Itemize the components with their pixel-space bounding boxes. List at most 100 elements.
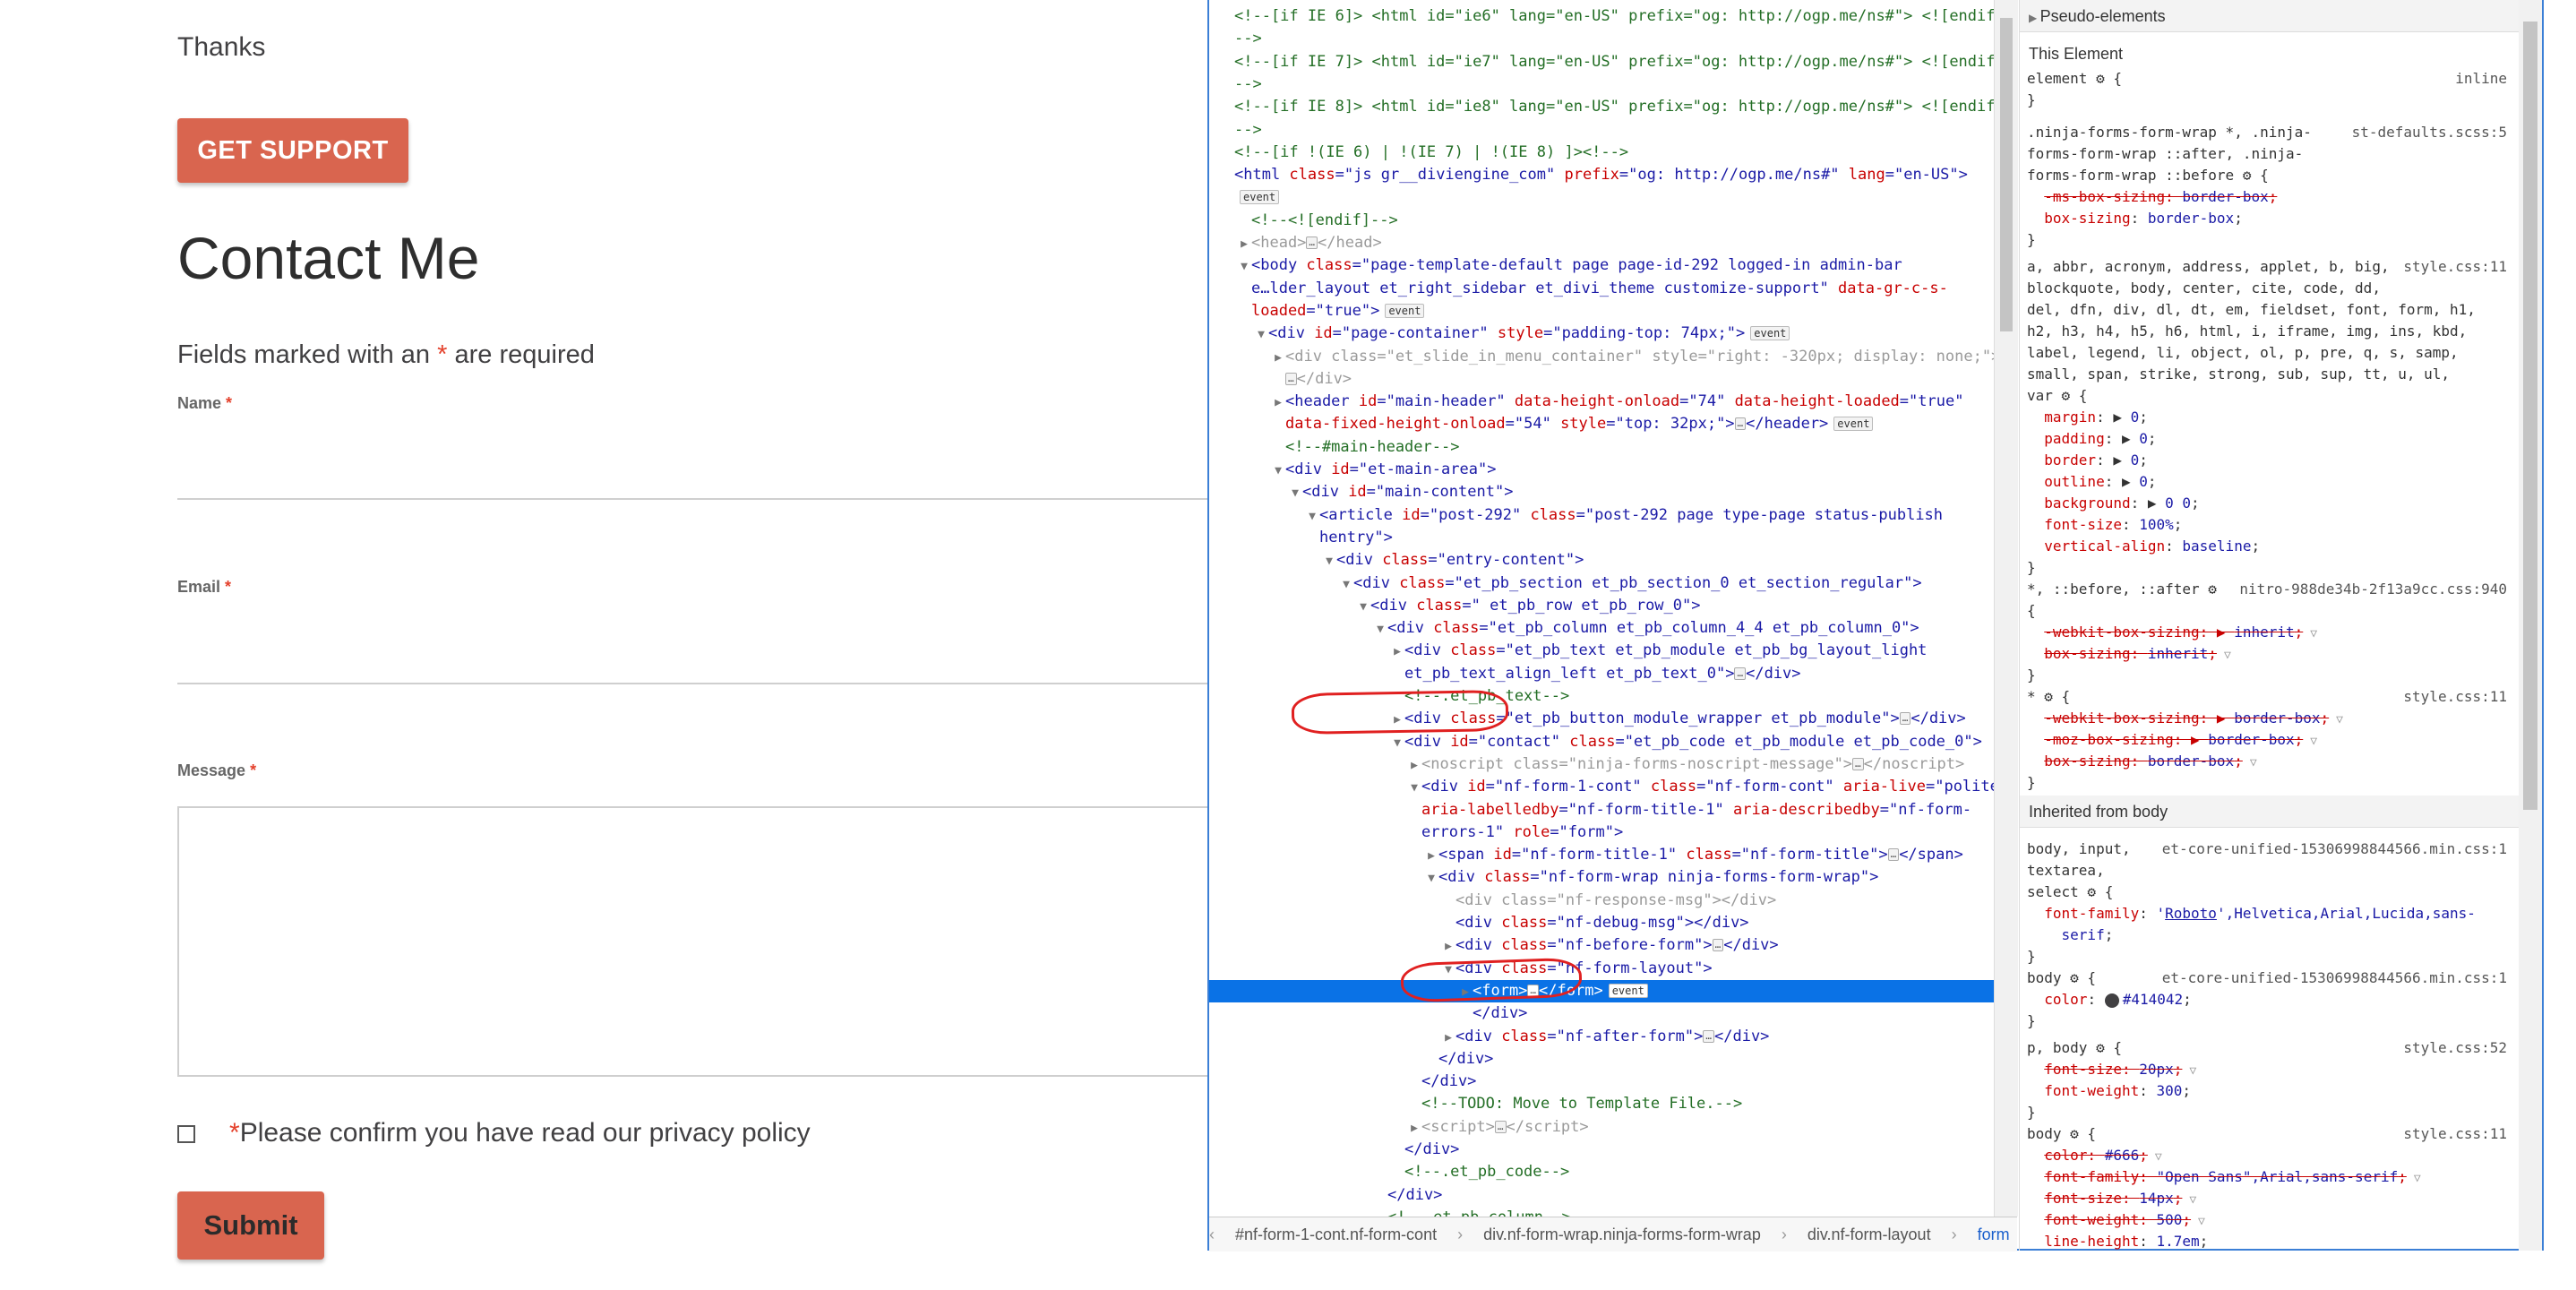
- message-textarea[interactable]: [177, 806, 1209, 1077]
- breadcrumb-back-icon[interactable]: ‹: [1209, 1226, 1215, 1243]
- expand-arrow-icon[interactable]: ▼: [1322, 550, 1336, 572]
- css-rule-line[interactable]: -webkit-box-sizing: ▶ inherit; ▽: [2027, 622, 2520, 643]
- css-rule-line[interactable]: font-family: "Open Sans",Arial,sans-seri…: [2027, 1166, 2520, 1188]
- css-rule-line[interactable]: body ⚙ {style.css:11: [2027, 1123, 2520, 1145]
- css-rule-line[interactable]: outline: ▶ 0;: [2027, 471, 2520, 493]
- expand-arrow-icon[interactable]: ▼: [1254, 323, 1268, 346]
- dom-node[interactable]: ▶ <noscript class="ninja-forms-noscript-m…: [1209, 753, 1994, 776]
- css-rule-line[interactable]: small, span, strike, strong, sub, sup, t…: [2027, 364, 2520, 385]
- css-rule-line[interactable]: }: [2027, 90, 2520, 111]
- css-rule-line[interactable]: forms-form-wrap ::after, .ninja-: [2027, 143, 2520, 165]
- css-rule-line[interactable]: forms-form-wrap ::before ⚙ {: [2027, 165, 2520, 186]
- expand-arrow-icon[interactable]: ▼: [1356, 596, 1370, 618]
- dom-node[interactable]: </div>: [1209, 1139, 1994, 1161]
- css-rule-line[interactable]: }: [2027, 557, 2520, 579]
- dom-node[interactable]: <!--TODO: Move to Template File.-->: [1209, 1093, 1994, 1115]
- dom-node[interactable]: <div class="nf-response-msg"></div>: [1209, 890, 1994, 912]
- breadcrumb-item[interactable]: div.nf-form-wrap.ninja-forms-form-wrap: [1483, 1226, 1761, 1243]
- expand-arrow-icon[interactable]: ▼: [1339, 573, 1353, 596]
- css-rule-line[interactable]: {: [2027, 600, 2520, 622]
- css-rule-line[interactable]: background: ▶ 0 0;: [2027, 493, 2520, 514]
- css-rule-line[interactable]: box-sizing: border-box;: [2027, 208, 2520, 229]
- expand-arrow-icon[interactable]: ▼: [1237, 255, 1251, 278]
- collapse-arrow-icon[interactable]: ▶: [1441, 935, 1455, 958]
- dom-node[interactable]: ▼ <body class="page-template-default page…: [1209, 254, 1994, 277]
- css-rule-line[interactable]: }: [2027, 1102, 2520, 1123]
- dom-node[interactable]: aria-labelledby="nf-form-title-1" aria-d…: [1209, 799, 1994, 821]
- dom-scroll-thumb[interactable]: [2000, 18, 2013, 331]
- css-rule-line[interactable]: color: #666; ▽: [2027, 1145, 2520, 1166]
- dom-node[interactable]: ▼ <div id="et-main-area">: [1209, 459, 1994, 481]
- expand-arrow-icon[interactable]: ▼: [1390, 732, 1404, 754]
- dom-node[interactable]: ▼ <div class="entry-content">: [1209, 549, 1994, 572]
- css-rule-line[interactable]: element ⚙ {inline: [2027, 68, 2520, 90]
- expand-arrow-icon[interactable]: ▼: [1424, 867, 1438, 890]
- dom-node[interactable]: -->: [1209, 119, 1994, 142]
- dom-node[interactable]: errors-1" role="form">: [1209, 821, 1994, 844]
- css-rule-line[interactable]: padding: ▶ 0;: [2027, 428, 2520, 450]
- css-rule-line[interactable]: color: #414042;: [2027, 989, 2520, 1010]
- dom-node[interactable]: ▶ <span id="nf-form-title-1" class="nf-fo…: [1209, 844, 1994, 866]
- css-rule-line[interactable]: box-sizing: inherit; ▽: [2027, 643, 2520, 665]
- email-field[interactable]: [177, 683, 1209, 684]
- dom-node[interactable]: ▶ <div class="nf-after-form">… </div>: [1209, 1026, 1994, 1048]
- collapse-arrow-icon[interactable]: ▶: [1424, 845, 1438, 867]
- dom-node[interactable]: ▶ <header id="main-header" data-height-on…: [1209, 391, 1994, 413]
- css-rule-line[interactable]: font-family: 'Roboto',Helvetica,Arial,Lu…: [2027, 903, 2520, 924]
- dom-node[interactable]: <!--.et_pb_column-->: [1209, 1207, 1994, 1217]
- dom-node[interactable]: <!--[if IE 7]> <html id="ie7" lang="en-U…: [1209, 51, 1994, 73]
- css-rule-line[interactable]: font-size: 20px; ▽: [2027, 1059, 2520, 1080]
- css-rule-line[interactable]: font-weight: 300;: [2027, 1080, 2520, 1102]
- css-rule-line[interactable]: -ms-box-sizing: border-box;: [2027, 186, 2520, 208]
- css-rule-line[interactable]: }: [2027, 946, 2520, 968]
- dom-node[interactable]: <!--.et_pb_code-->: [1209, 1161, 1994, 1183]
- css-rule-line[interactable]: line-height: 1.7em;: [2027, 1231, 2520, 1251]
- dom-node[interactable]: </div>: [1209, 1184, 1994, 1207]
- dom-node[interactable]: <!--[if IE 6]> <html id="ie6" lang="en-U…: [1209, 5, 1994, 28]
- css-rule-line[interactable]: }: [2027, 772, 2520, 794]
- css-rule-line[interactable]: a, abbr, acronym, address, applet, b, bi…: [2027, 256, 2520, 278]
- dom-node[interactable]: loaded="true"> event: [1209, 300, 1994, 322]
- css-rule-line[interactable]: h2, h3, h4, h5, h6, html, i, iframe, img…: [2027, 321, 2520, 342]
- css-rule-line[interactable]: -moz-box-sizing: ▶ border-box; ▽: [2027, 729, 2520, 751]
- collapse-arrow-icon[interactable]: ▶: [1271, 391, 1285, 414]
- dom-node[interactable]: ▼ <div class="et_pb_column et_pb_column_4…: [1209, 617, 1994, 640]
- css-rule-line[interactable]: var ⚙ {: [2027, 385, 2520, 407]
- dom-node[interactable]: </div>: [1209, 1002, 1994, 1025]
- get-support-button[interactable]: GET SUPPORT: [177, 118, 408, 183]
- dom-node[interactable]: </div>: [1209, 1071, 1994, 1093]
- expand-arrow-icon[interactable]: ▼: [1288, 482, 1302, 504]
- css-rule-line[interactable]: * ⚙ {style.css:11: [2027, 686, 2520, 708]
- dom-tree[interactable]: <!--[if IE 6]> <html id="ie6" lang="en-U…: [1209, 0, 1994, 1217]
- expand-arrow-icon[interactable]: ▼: [1305, 505, 1319, 528]
- css-rule-line[interactable]: font-size: 100%;: [2027, 514, 2520, 536]
- dom-node[interactable]: ▼ <div class="nf-form-wrap ninja-forms-fo…: [1209, 866, 1994, 889]
- collapse-arrow-icon[interactable]: ▶: [1271, 347, 1285, 369]
- expand-arrow-icon[interactable]: ▼: [1271, 460, 1285, 482]
- dom-node[interactable]: data-fixed-height-onload="54" style="top…: [1209, 413, 1994, 435]
- css-rule-line[interactable]: }: [2027, 665, 2520, 686]
- css-rule-line[interactable]: *, ::before, ::after ⚙ nitro-988de34b-2f…: [2027, 579, 2520, 600]
- css-rule-line[interactable]: -webkit-box-sizing: ▶ border-box; ▽: [2027, 708, 2520, 729]
- dom-node[interactable]: <!--[if IE 8]> <html id="ie8" lang="en-U…: [1209, 96, 1994, 118]
- css-rule-line[interactable]: }: [2027, 1010, 2520, 1032]
- submit-button[interactable]: Submit: [177, 1191, 324, 1260]
- dom-node[interactable]: ▼ <div id="page-container" style="padding…: [1209, 322, 1994, 345]
- css-rule-line[interactable]: p, body ⚙ {style.css:52: [2027, 1037, 2520, 1059]
- collapse-arrow-icon[interactable]: ▶: [1237, 233, 1251, 255]
- dom-node[interactable]: <div class="nf-debug-msg"></div>: [1209, 912, 1994, 934]
- css-rule-line[interactable]: border: ▶ 0;: [2027, 450, 2520, 471]
- dom-node[interactable]: ▼ <div id="main-content">: [1209, 481, 1994, 503]
- dom-node[interactable]: et_pb_text_align_left et_pb_text_0">… </d…: [1209, 663, 1994, 685]
- css-rule-line[interactable]: textarea,: [2027, 860, 2520, 882]
- css-rule-line[interactable]: font-size: 14px; ▽: [2027, 1188, 2520, 1209]
- collapse-arrow-icon[interactable]: ▶: [1441, 1027, 1455, 1049]
- expand-arrow-icon[interactable]: ▼: [1373, 618, 1387, 641]
- breadcrumb-item[interactable]: div.nf-form-layout: [1807, 1226, 1931, 1243]
- breadcrumb-item[interactable]: #nf-form-1-cont.nf-form-cont: [1235, 1226, 1437, 1243]
- privacy-checkbox[interactable]: [177, 1125, 195, 1143]
- dom-node[interactable]: ▶ <head>… </head>: [1209, 232, 1994, 254]
- dom-scrollbar[interactable]: [1994, 0, 2018, 1217]
- dom-node[interactable]: -->: [1209, 73, 1994, 96]
- css-rule-line[interactable]: body ⚙ {et-core-unified-15306998844566.m…: [2027, 968, 2520, 989]
